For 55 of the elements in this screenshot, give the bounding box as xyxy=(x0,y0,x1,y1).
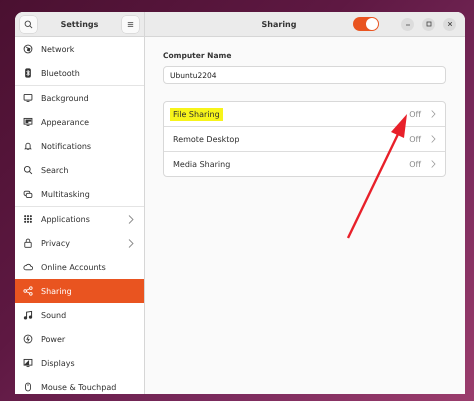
menu-button[interactable] xyxy=(122,16,139,32)
chevron-icon xyxy=(431,135,436,143)
mouse-icon xyxy=(23,382,33,392)
sidebar-item[interactable]: Mouse & Touchpad xyxy=(15,375,144,394)
page-title: Sharing xyxy=(260,20,298,28)
sidebar-item[interactable]: Applications xyxy=(15,207,144,231)
close-button[interactable] xyxy=(443,18,456,30)
sidebar-item[interactable]: Network xyxy=(15,37,144,61)
sidebar-item[interactable]: Appearance xyxy=(15,110,144,134)
windows-icon xyxy=(23,189,33,199)
maximize-icon xyxy=(426,21,432,27)
music-note-icon xyxy=(23,310,33,320)
monitor-icon xyxy=(23,93,33,103)
sidebar-item[interactable]: Online Accounts xyxy=(15,255,144,279)
lock-icon xyxy=(23,238,33,248)
chevron-icon xyxy=(431,160,436,168)
sidebar-item[interactable]: Displays xyxy=(15,351,144,375)
sidebar-item[interactable]: Power xyxy=(15,327,144,351)
status-text: Off xyxy=(409,134,421,144)
row-label: Media Sharing xyxy=(172,158,232,170)
sharing-row[interactable]: File Sharing Off xyxy=(164,102,445,126)
power-icon xyxy=(23,334,33,344)
search-button[interactable] xyxy=(20,16,37,32)
cloud-icon xyxy=(23,262,33,272)
row-label: Remote Desktop xyxy=(172,134,240,146)
status-text: Off xyxy=(409,160,421,168)
search-icon xyxy=(23,165,33,175)
chevron-icon xyxy=(128,214,134,224)
grid-icon xyxy=(23,214,33,224)
sidebar-item[interactable]: Sharing xyxy=(15,279,144,303)
bell-icon xyxy=(23,141,33,151)
sidebar-item[interactable]: Multitasking xyxy=(15,182,144,206)
maximize-button[interactable] xyxy=(422,18,435,30)
chevron-icon xyxy=(128,238,134,248)
status-text: Off xyxy=(409,110,421,118)
sharing-row[interactable]: Media Sharing Off xyxy=(164,152,445,176)
sidebar-item[interactable]: Background xyxy=(15,86,144,110)
search-icon xyxy=(24,20,33,28)
close-icon xyxy=(446,21,452,27)
screen-grid-icon xyxy=(23,117,33,127)
sidebar-item[interactable]: Bluetooth xyxy=(15,61,144,85)
share-icon xyxy=(23,286,33,296)
display-icon xyxy=(23,358,33,368)
sidebar-item[interactable]: Search xyxy=(15,158,144,182)
sidebar-item[interactable]: Notifications xyxy=(15,134,144,158)
sidebar-title: Settings xyxy=(60,20,98,28)
bluetooth-icon xyxy=(23,68,33,78)
chevron-icon xyxy=(431,110,436,118)
sharing-switch[interactable] xyxy=(353,17,379,31)
sidebar-item[interactable]: Sound xyxy=(15,303,144,327)
menu-icon xyxy=(126,20,135,28)
sharing-row[interactable]: Remote Desktop Off xyxy=(164,127,445,151)
minimize-button[interactable] xyxy=(401,18,414,30)
row-label: File Sharing xyxy=(170,108,223,120)
sidebar-item[interactable]: Privacy xyxy=(15,231,144,255)
